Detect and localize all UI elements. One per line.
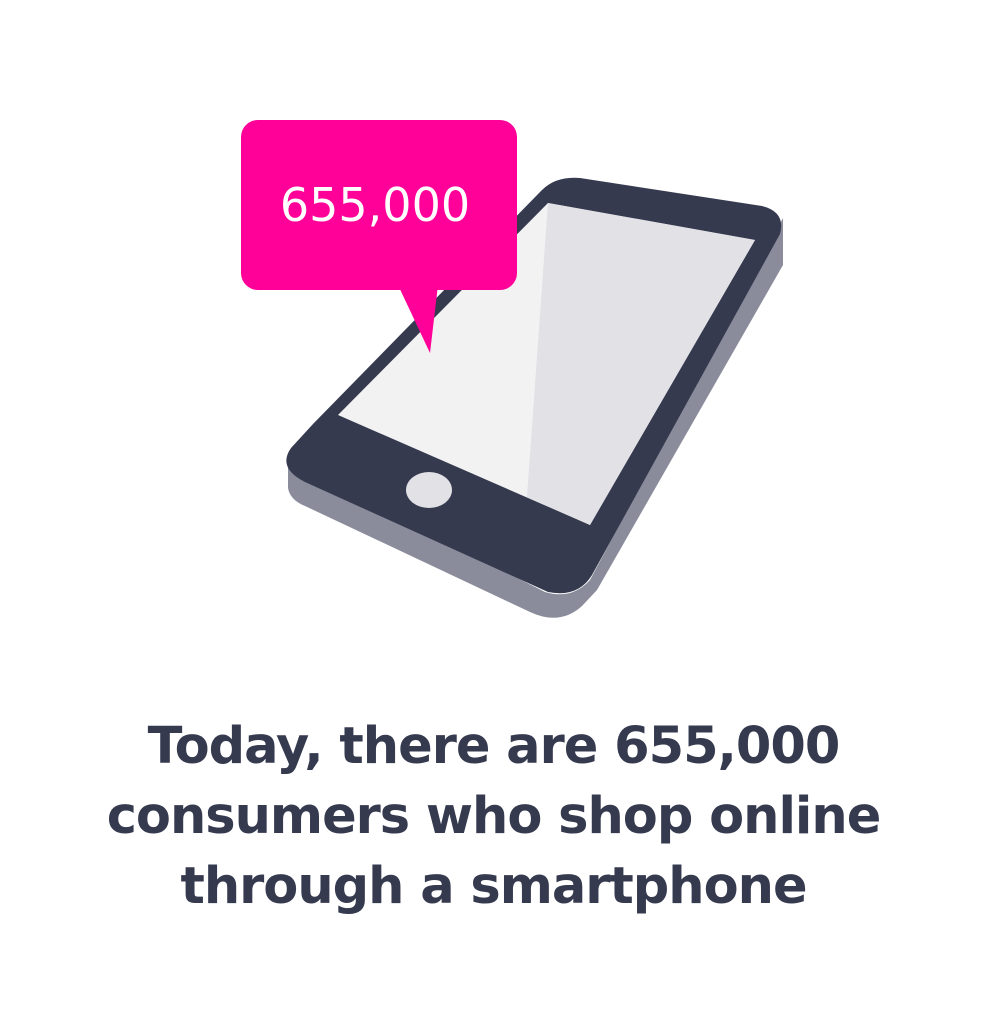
home-button [406, 472, 452, 508]
caption-line-1: Today, there are 655,000 [147, 717, 841, 776]
caption: Today, there are 655,000 consumers who s… [0, 712, 987, 922]
smartphone-illustration: 655,000 [241, 120, 783, 618]
caption-line-2: consumers who shop online [106, 787, 882, 846]
caption-line-3: through a smartphone [180, 857, 807, 916]
bubble-value: 655,000 [280, 178, 470, 232]
